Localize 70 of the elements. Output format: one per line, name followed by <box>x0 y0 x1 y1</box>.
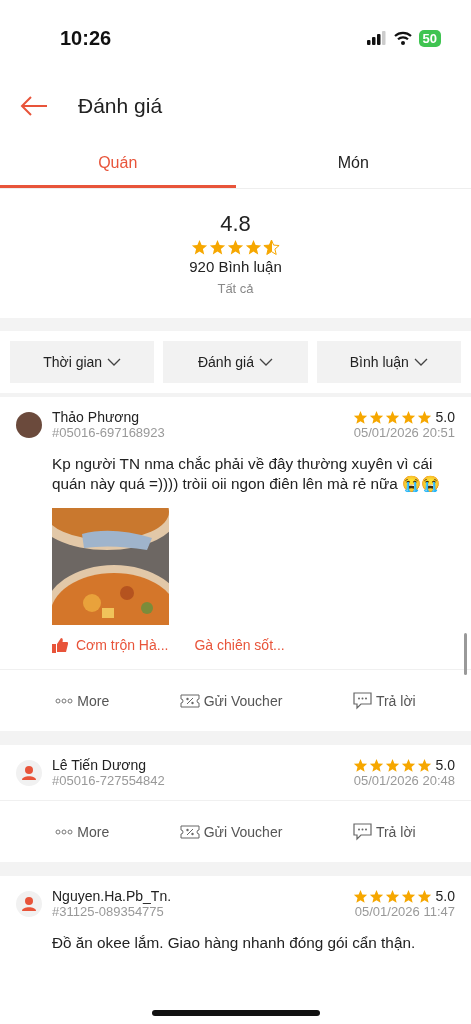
chevron-down-icon <box>413 358 428 366</box>
order-id: #05016-727554842 <box>52 773 166 788</box>
person-icon <box>21 765 37 781</box>
star-icon <box>352 409 368 425</box>
chevron-down-icon <box>107 358 122 366</box>
star-icon <box>191 239 208 256</box>
action-button[interactable]: Gửi Voucher <box>173 691 289 710</box>
thumbs-up-icon <box>52 637 68 653</box>
action-button[interactable]: Trả lời <box>346 690 422 711</box>
rating-score: 4.8 <box>220 211 251 237</box>
more-dots-icon <box>55 697 74 704</box>
action-button[interactable]: Trả lời <box>346 821 422 842</box>
review-score: 5.0 <box>435 888 455 904</box>
action-button[interactable]: More <box>49 822 116 841</box>
wifi-icon <box>393 31 412 45</box>
action-button[interactable]: More <box>49 691 116 710</box>
clock-time: 10:26 <box>60 26 112 50</box>
filter-dropdown[interactable]: Bình luận <box>316 341 461 383</box>
voucher-icon <box>179 824 200 839</box>
star-icon <box>416 888 432 904</box>
star-icon <box>384 888 400 904</box>
avatar <box>16 412 42 438</box>
star-icon <box>245 239 262 256</box>
voucher-icon <box>179 693 200 708</box>
battery-level: 50 <box>418 29 441 47</box>
dish-tag[interactable]: Gà chiên sốt... <box>194 637 285 653</box>
page-title: Đánh giá <box>78 94 163 118</box>
filter-label: Tất cả <box>217 281 254 296</box>
chat-bubble-icon <box>352 691 372 710</box>
action-button[interactable]: Gửi Voucher <box>173 822 289 841</box>
person-icon <box>21 896 37 912</box>
chevron-down-icon <box>259 358 273 366</box>
order-id: #31125-089354775 <box>52 904 165 919</box>
reviewer-name: Nguyen.Ha.Pb_Tn. <box>52 888 173 904</box>
review-score: 5.0 <box>435 409 455 425</box>
tab[interactable]: Món <box>235 140 471 188</box>
star-icon <box>352 757 368 773</box>
chat-bubble-icon <box>352 822 372 841</box>
star-icon <box>263 239 280 256</box>
star-icon <box>400 409 416 425</box>
review-text: Kp người TN nma chắc phải về đây thường xuyên vì cái quán này quá =)))) tròii oii ngon điên lên mà rẻ nữa 😭😭 <box>51 454 441 494</box>
review-date: 05/01/2026 11:47 <box>354 904 455 919</box>
star-icon <box>352 888 368 904</box>
review-date: 05/01/2026 20:48 <box>353 773 455 788</box>
star-icon <box>368 757 384 773</box>
star-icon <box>384 757 400 773</box>
review-date: 05/01/2026 20:51 <box>353 425 455 440</box>
review-count: 920 Bình luận <box>189 258 282 275</box>
back-arrow-icon <box>20 96 48 116</box>
review-score: 5.0 <box>435 757 455 773</box>
scroll-bar <box>464 633 467 675</box>
star-icon <box>400 888 416 904</box>
signal-icon <box>366 31 387 45</box>
reviewer-name: Lê Tiến Dương <box>52 757 148 773</box>
more-dots-icon <box>55 828 74 835</box>
star-icon <box>368 888 384 904</box>
star-icon <box>416 409 432 425</box>
dish-tag[interactable]: Cơm trộn Hà... <box>76 637 169 653</box>
star-icon <box>227 239 244 256</box>
star-icon <box>400 757 416 773</box>
filter-dropdown[interactable]: Thời gian <box>10 341 155 383</box>
filter-dropdown[interactable]: Đánh giá <box>163 341 308 383</box>
tab[interactable]: Quán <box>0 140 236 188</box>
star-icon <box>416 757 432 773</box>
star-icon <box>209 239 226 256</box>
star-icon <box>368 409 384 425</box>
reviewer-name: Thảo Phương <box>52 409 141 425</box>
review-text: Đồ ăn okee lắm. Giao hàng nhanh đóng gói cẩn thận. <box>51 933 417 953</box>
order-id: #05016-697168923 <box>52 425 166 440</box>
star-icon <box>384 409 400 425</box>
